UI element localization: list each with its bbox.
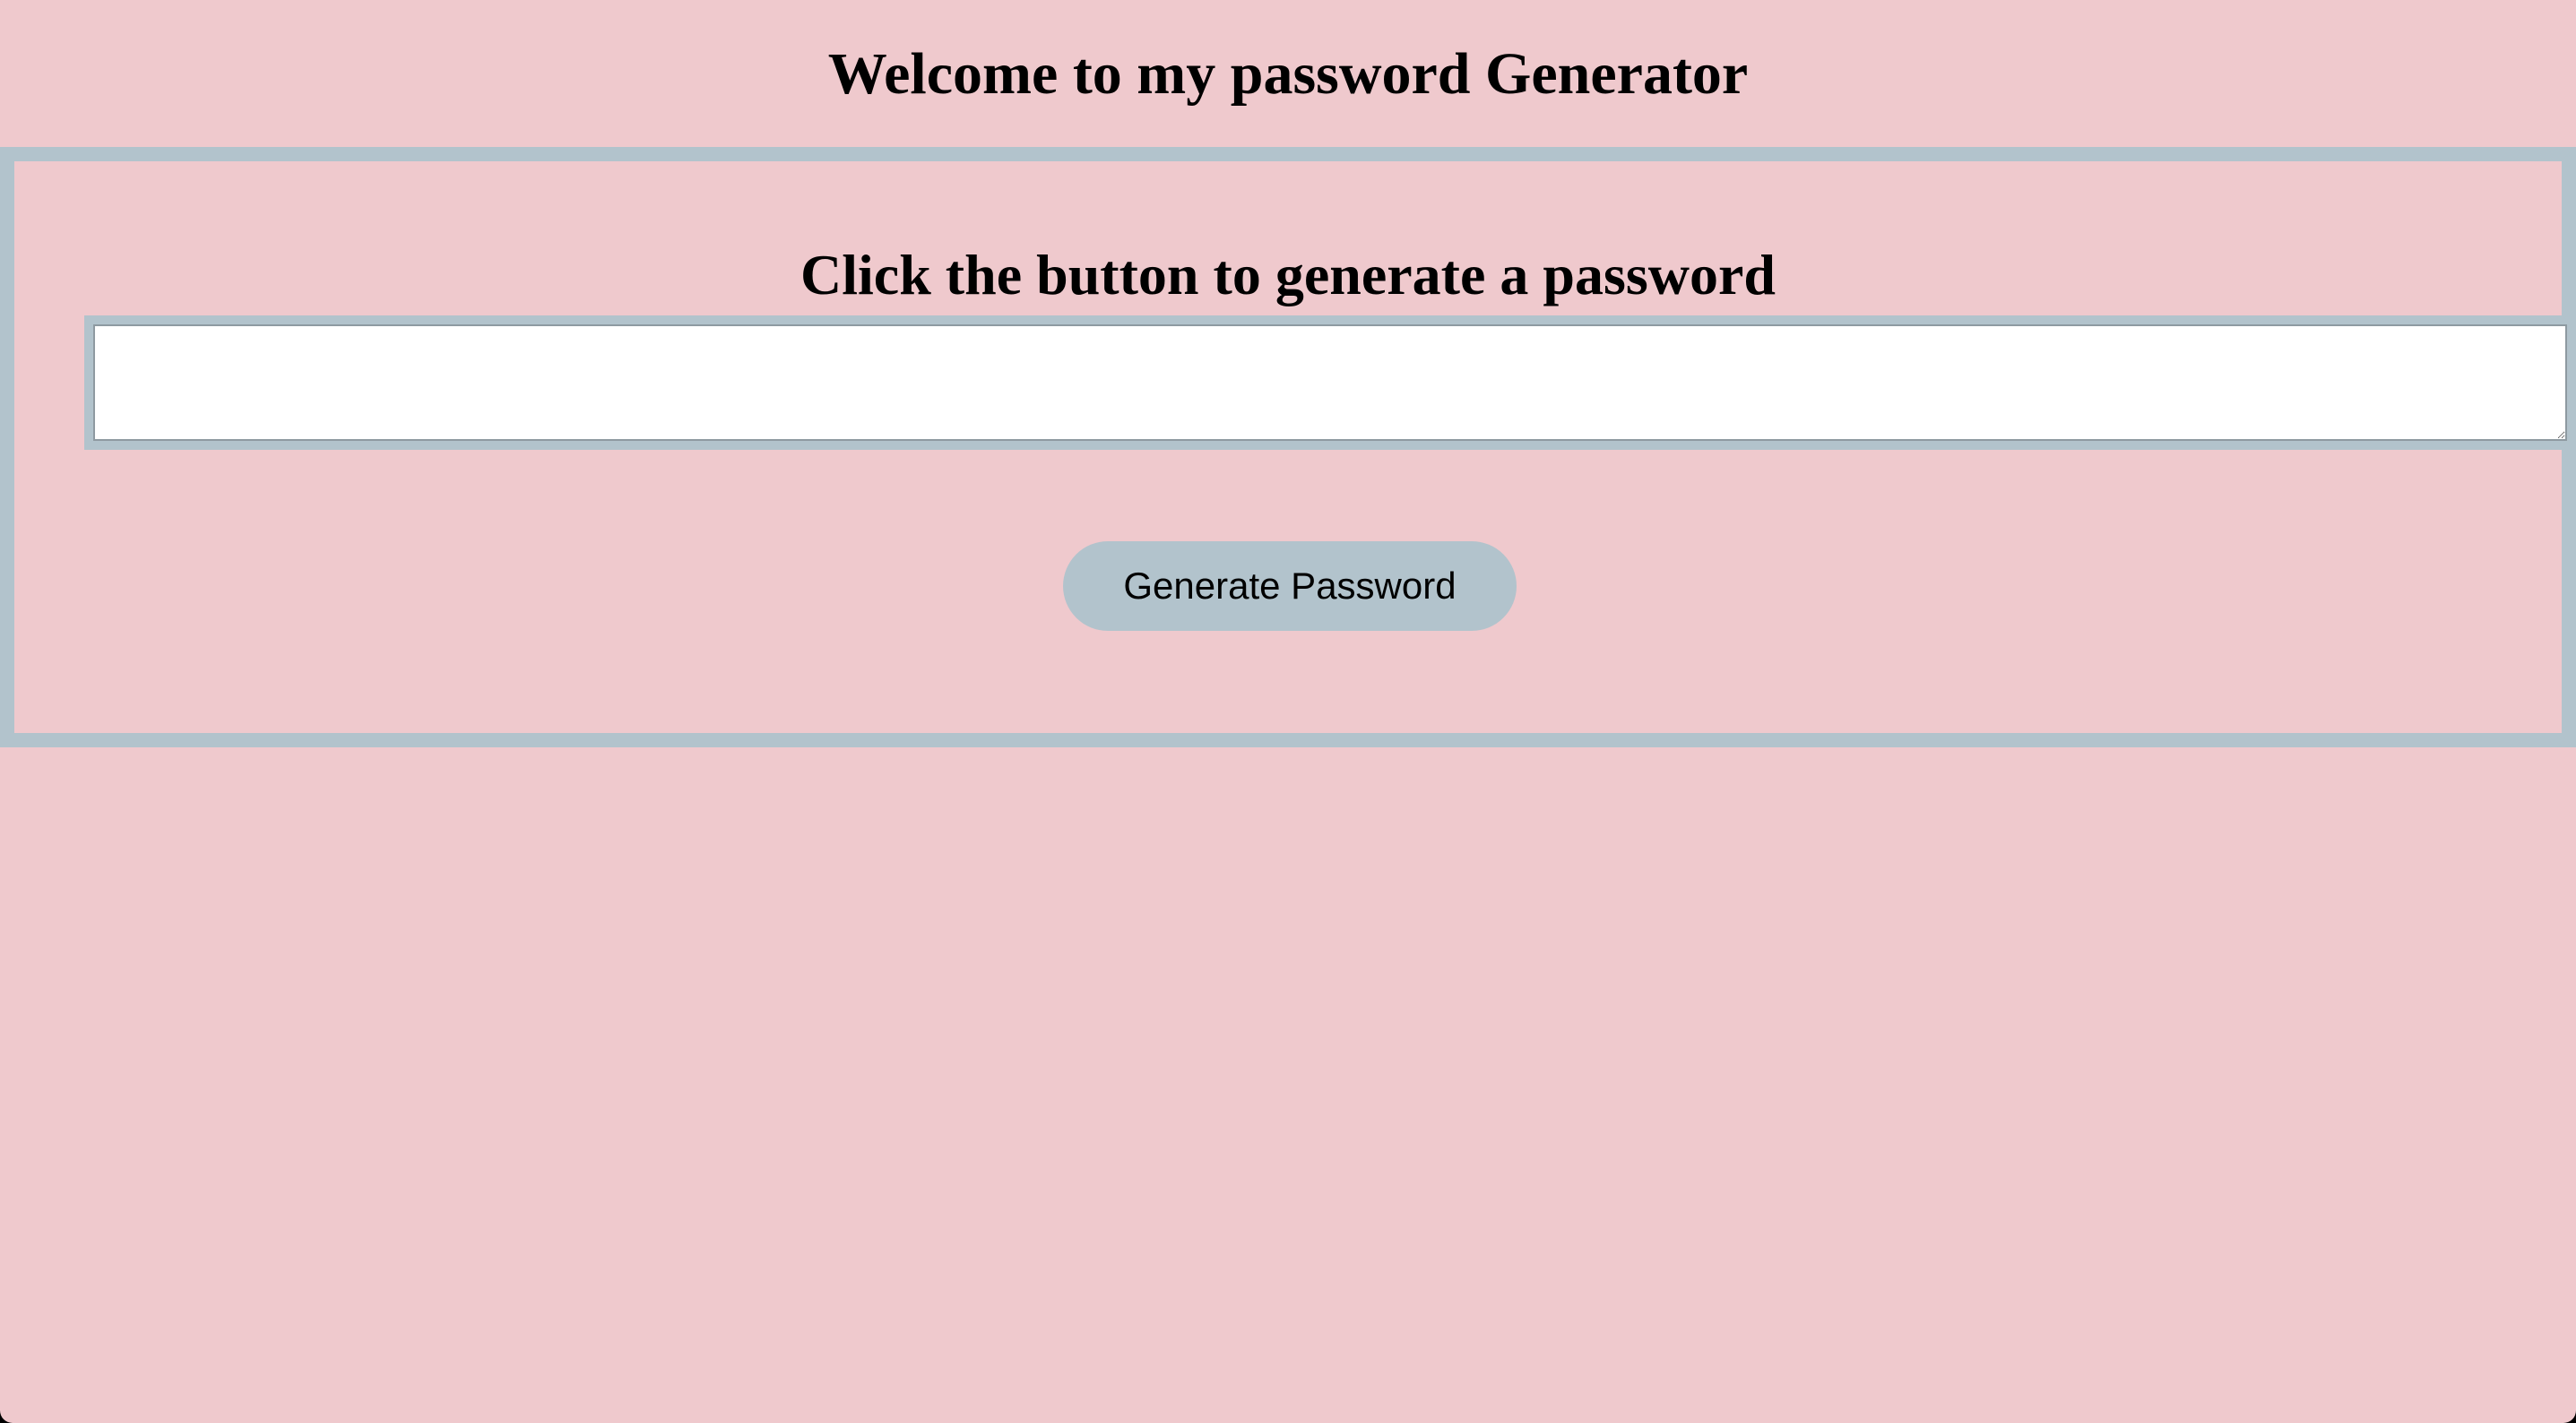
password-field-wrapper xyxy=(84,315,2576,450)
page-title: Welcome to my password Generator xyxy=(827,41,1749,107)
generate-password-button[interactable]: Generate Password xyxy=(1063,541,1517,631)
page: Welcome to my password Generator Click t… xyxy=(0,0,2576,1423)
password-card: Click the button to generate a password … xyxy=(0,147,2576,747)
card-heading: Click the button to generate a password xyxy=(800,243,1776,306)
password-textarea[interactable] xyxy=(93,324,2567,441)
